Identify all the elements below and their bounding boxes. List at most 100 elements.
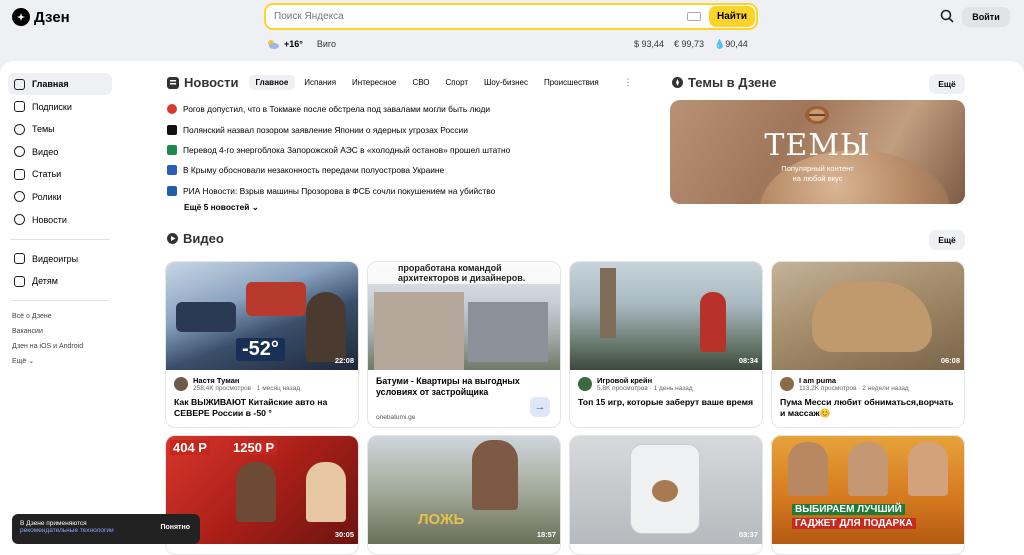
video-card-title[interactable]: Как ВЫЖИВАЮТ Китайские авто на СЕВЕРЕ Ро… [174,397,354,419]
sidebar-item-home[interactable]: Главная [8,73,112,95]
ad-card[interactable]: проработана командой архитекторов и диза… [367,261,561,428]
building-shape [374,292,464,370]
tab-svo[interactable]: СВО [405,75,436,90]
video-thumbnail[interactable]: ЛОЖЬ 18:57 [368,436,560,544]
video-thumbnail[interactable]: 03:37 [570,436,762,544]
news-header: Новости Главное Испания Интересное СВО С… [166,75,633,90]
sidebar-item-subscriptions[interactable]: Подписки [8,96,112,118]
thumb-overlay-line2: ГАДЖЕТ ДЛЯ ПОДАРКА [792,518,916,529]
sidebar-item-videogames[interactable]: Видеоигры [8,248,112,270]
channel-name[interactable]: Игровой крейн [597,376,693,385]
tab-showbiz[interactable]: Шоу-бизнес [477,75,535,90]
avatar[interactable] [578,377,592,391]
ad-thumbnail[interactable]: проработана командой архитекторов и диза… [368,262,560,370]
car-shape [246,282,306,316]
login-button[interactable]: Войти [962,7,1010,27]
sidebar-item-label: Статьи [32,169,62,180]
link-apps[interactable]: Дзен на iOS и Android [12,339,112,354]
video-card[interactable]: ВЫБИРАЕМ ЛУЧШИЙ ГАДЖЕТ ДЛЯ ПОДАРКА [771,435,965,555]
ad-domain[interactable]: onebatumi.ge [376,414,556,421]
video-thumbnail[interactable]: 06:08 [772,262,964,370]
sidebar-item-articles[interactable]: Статьи [8,163,112,185]
video-card[interactable]: -52° 22:08 Настя Туман 258,4K просмотров… [165,261,359,428]
tab-incidents[interactable]: Происшествия [537,75,606,90]
search-button[interactable]: Найти [709,6,755,27]
tab-sport[interactable]: Спорт [439,75,476,90]
list-item[interactable]: Полянский назвал позором заявление Япони… [167,119,652,139]
sidebar-item-label: Детям [32,276,58,287]
sidebar-item-news[interactable]: Новости [8,209,112,231]
person-shape [472,440,518,510]
search-icon[interactable] [940,9,954,23]
arrow-right-icon[interactable]: → [530,397,550,417]
logo[interactable]: Дзен [12,8,70,26]
thumb-overlay-line1: ВЫБИРАЕМ ЛУЧШИЙ [792,504,905,515]
sidebar-item-label: Темы [32,124,55,135]
themes-title[interactable]: Темы в Дзене [688,75,776,90]
video-title[interactable]: Видео [183,231,224,246]
weather-city: Виго [316,39,336,49]
puma-shape [812,282,932,352]
video-thumbnail[interactable]: 08:34 [570,262,762,370]
kids-icon [14,275,25,287]
ad-title[interactable]: Батуми - Квартиры на выгодных условиях о… [376,376,556,398]
list-item[interactable]: Перевод 4-го энергоблока Запорожской АЭС… [167,140,652,160]
channel-name[interactable]: Настя Туман [193,376,300,385]
cookie-ok-button[interactable]: Понятно [160,524,190,531]
more-tabs-icon[interactable]: ⋮ [624,77,633,88]
more-news-button[interactable]: Ещё 5 новостей ⌄ [184,202,652,212]
news-text: Полянский назвал позором заявление Япони… [183,124,468,135]
search-input[interactable] [274,11,687,22]
search-bar: Найти [264,3,758,30]
shorts-icon [14,191,25,203]
video-header: Видео [166,231,224,246]
person-shape [306,462,346,522]
currency-rates[interactable]: $ 93,44 € 99,73 💧90,44 [634,39,748,50]
sidebar: Главная Подписки Темы Видео Статьи Ролик… [8,73,112,369]
list-item[interactable]: В Крыму обосновали незаконность передачи… [167,160,652,180]
city-shape [468,302,548,362]
video-meta: I am puma 113,2K просмотров · 2 недели н… [780,376,960,419]
themes-card[interactable]: ТЕМЫ Популярный контент на любой вкус [670,100,965,204]
list-item[interactable]: РИА Новости: Взрыв машины Прозорова в ФС… [167,181,652,201]
video-thumbnail[interactable]: ВЫБИРАЕМ ЛУЧШИЙ ГАДЖЕТ ДЛЯ ПОДАРКА [772,436,964,544]
video-card[interactable]: 06:08 I am puma 113,2K просмотров · 2 не… [771,261,965,428]
channel-name[interactable]: I am puma [799,376,909,385]
keyboard-icon[interactable] [687,12,701,21]
avatar[interactable] [780,377,794,391]
tab-main[interactable]: Главное [248,75,296,90]
top-bar: Дзен Найти Войти +16° Виго $ 93,44 € 99,… [0,0,1024,60]
sidebar-item-video[interactable]: Видео [8,141,112,163]
video-card-title[interactable]: Топ 15 игр, которые заберут ваше время [578,397,758,408]
news-list: Рогов допустил, что в Токмаке после обст… [167,99,652,212]
video-more-button[interactable]: Ещё [929,230,965,250]
link-jobs[interactable]: Вакансии [12,324,112,339]
sidebar-item-label: Видеоигры [32,253,79,264]
themes-more-button[interactable]: Ещё [929,74,965,94]
tab-interesting[interactable]: Интересное [345,75,403,90]
news-title[interactable]: Новости [184,75,239,90]
weather-temp: +16° [284,39,303,49]
link-about[interactable]: Всё о Дзене [12,309,112,324]
news-text: В Крыму обосновали незаконность передачи… [183,165,445,176]
link-more[interactable]: Ещё ⌄ [12,354,112,369]
video-thumbnail[interactable]: -52° 22:08 [166,262,358,370]
sidebar-item-kids[interactable]: Детям [8,270,112,292]
sidebar-divider [10,238,110,240]
video-card[interactable]: 03:37 [569,435,763,555]
sidebar-item-themes[interactable]: Темы [8,118,112,140]
rate-oil-value: 90,44 [725,39,748,49]
list-item[interactable]: Рогов допустил, что в Токмаке после обст… [167,99,652,119]
video-card[interactable]: 08:34 Игровой крейн 5,8K просмотров · 1 … [569,261,763,428]
video-card[interactable]: ЛОЖЬ 18:57 [367,435,561,555]
zen-logo-icon [12,8,30,26]
cookie-banner: В Дзене применяются рекомендательные тех… [12,514,200,544]
avatar[interactable] [174,377,188,391]
news-text: РИА Новости: Взрыв машины Прозорова в ФС… [183,185,496,196]
video-card-title[interactable]: Пума Месси любит обниматься,ворчать и ма… [780,397,960,419]
weather-widget[interactable]: +16° Виго [266,39,336,49]
thumb-overlay-text: ЛОЖЬ [418,511,465,528]
themes-card-sub1: Популярный контент [781,164,854,173]
sidebar-item-shorts[interactable]: Ролики [8,186,112,208]
tab-spain[interactable]: Испания [297,75,343,90]
